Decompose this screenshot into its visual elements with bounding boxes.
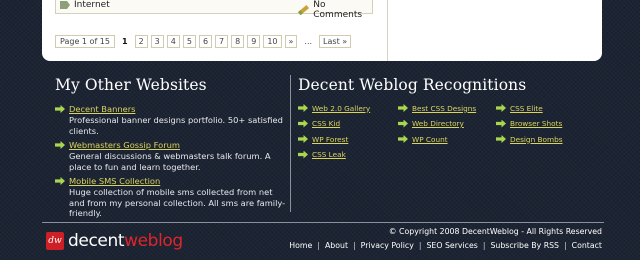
page-link[interactable]: 8 [231,35,245,48]
footer-separator: | [317,241,320,250]
post-comments[interactable]: No Comments [298,0,372,20]
arrow-right-icon [398,104,408,112]
page-link[interactable]: 5 [182,35,196,48]
recognitions-column-1: Web 2.0 Gallery CSS Kid WP Forest CSS Le… [298,102,370,164]
recognition-link[interactable]: Browser Shots [510,119,562,128]
recognition-link[interactable]: CSS Kid [312,119,340,128]
arrow-right-icon [55,105,65,113]
other-websites-heading: My Other Websites [55,76,207,94]
other-site-description: General discussions & webmasters talk fo… [69,151,271,172]
page-link[interactable]: 4 [166,35,180,48]
other-site-item: Decent Banners Professional banner desig… [55,104,285,136]
page-link[interactable]: 3 [150,35,164,48]
tag-icon [60,1,70,9]
pagination-ellipsis: ... [300,35,317,48]
page-link[interactable]: 2 [134,35,148,48]
panel-divider [387,0,388,61]
footer-nav: Home | About | Privacy Policy | SEO Serv… [289,241,602,250]
recognition-link[interactable]: CSS Leak [312,150,346,159]
arrow-right-icon [298,135,308,143]
pencil-icon [298,4,310,16]
logo-wordmark: decentweblog [68,231,183,251]
post-category-label[interactable]: Internet [74,0,110,10]
arrow-right-icon [496,119,506,128]
site-logo[interactable]: dw decentweblog [46,231,183,251]
arrow-right-icon [55,141,65,149]
arrow-right-icon [298,150,308,159]
arrow-right-icon [496,104,506,112]
arrow-right-icon [55,177,65,185]
post-comments-label[interactable]: No Comments [313,0,372,20]
next-page-link[interactable]: » [284,35,298,48]
recognition-link[interactable]: Web 2.0 Gallery [312,104,370,113]
page-link[interactable]: 10 [263,35,282,48]
recognitions-heading: Decent Weblog Recognitions [298,76,527,94]
footer-link-about[interactable]: About [325,241,348,250]
post-meta-bar: Internet No Comments [55,0,373,20]
recognition-link[interactable]: Design Bombs [510,135,563,144]
recognition-link[interactable]: WP Count [412,135,448,144]
footer-link-privacy-policy[interactable]: Privacy Policy [361,241,414,250]
footer-separator: | [353,241,356,250]
arrow-right-icon [398,119,408,128]
arrow-right-icon [298,104,308,112]
footer-link-home[interactable]: Home [289,241,312,250]
footer-separator: | [482,241,486,250]
footer-separator: | [418,241,422,250]
footer-column-divider [290,75,291,212]
recognition-link[interactable]: WP Forest [312,135,348,144]
footer-link-seo-services[interactable]: SEO Services [426,241,477,250]
last-page-link[interactable]: Last » [319,35,352,48]
other-site-link[interactable]: Mobile SMS Collection [69,176,160,186]
page-link-current: 1 [117,35,132,48]
logo-text-weblog: weblog [124,231,183,251]
page-link[interactable]: 9 [247,35,261,48]
footer-link-contact[interactable]: Contact [572,241,602,250]
other-site-item: Mobile SMS Collection Huge collection of… [55,176,285,219]
footer-divider [42,222,604,223]
footer-link-subscribe-rss[interactable]: Subscribe By RSS [490,241,559,250]
arrow-right-icon [298,119,308,128]
page-link[interactable]: 7 [215,35,229,48]
logo-mark-icon: dw [46,232,64,250]
pagination: Page 1 of 15 1 2 3 4 5 6 7 8 9 10 » ... … [55,35,352,48]
copyright-text: © Copyright 2008 DecentWeblog - All Righ… [388,227,602,236]
other-site-description: Huge collection of mobile sms collected … [69,187,286,218]
recognition-link[interactable]: Web Directory [412,119,464,128]
recognition-link[interactable]: CSS Elite [510,104,543,113]
recognition-link[interactable]: Best CSS Designs [412,104,476,113]
main-column: Internet No Comments Page 1 of 15 1 2 3 … [42,0,387,61]
post-category[interactable]: Internet [60,0,110,10]
other-site-item: Webmasters Gossip Forum General discussi… [55,140,285,172]
logo-text-decent: decent [68,231,125,251]
other-site-link[interactable]: Webmasters Gossip Forum [69,140,180,150]
recognitions-column-2: Best CSS Designs Web Directory WP Count [398,102,476,149]
other-site-description: Professional banner designs portfolio. 5… [69,115,283,136]
arrow-right-icon [496,135,506,143]
recognitions-column-3: CSS Elite Browser Shots Design Bombs [496,102,563,149]
content-panel: Internet No Comments Page 1 of 15 1 2 3 … [42,0,602,61]
arrow-right-icon [398,135,408,143]
page-link[interactable]: 6 [198,35,213,48]
footer-separator: | [564,241,567,250]
other-site-link[interactable]: Decent Banners [69,104,135,114]
pagination-info: Page 1 of 15 [55,35,115,48]
